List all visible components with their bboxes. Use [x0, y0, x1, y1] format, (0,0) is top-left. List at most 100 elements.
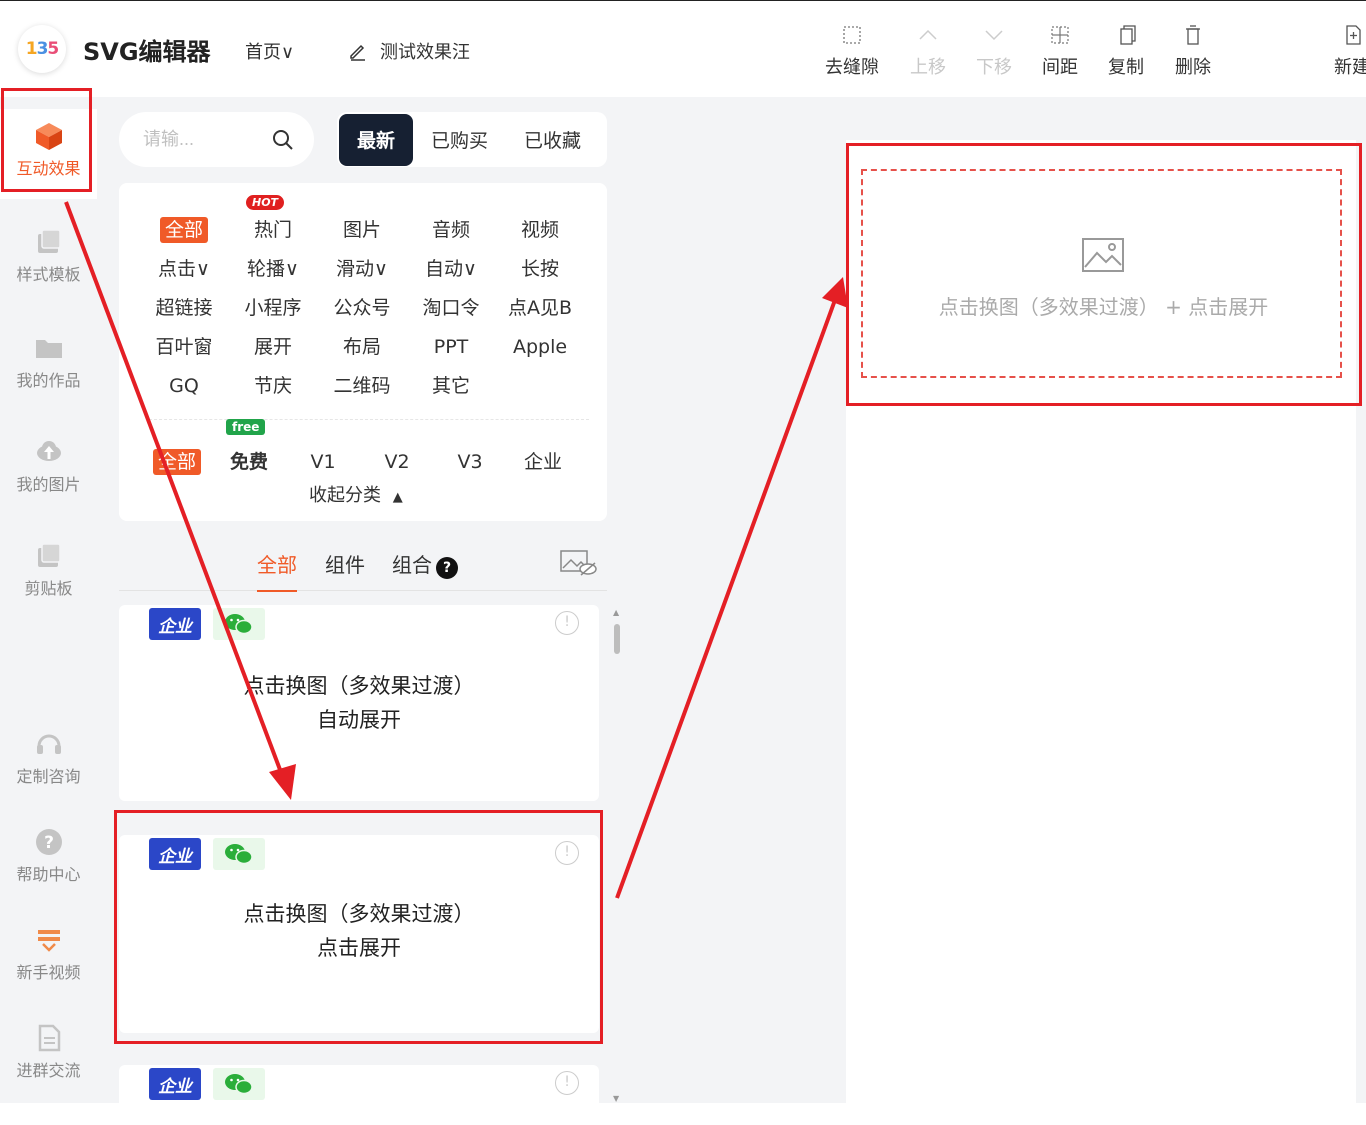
chevron-up-icon: [919, 29, 937, 40]
tier-all[interactable]: 全部: [137, 447, 217, 477]
help-icon: ?: [35, 829, 62, 855]
category-auto[interactable]: 自动∨: [411, 254, 491, 284]
info-icon[interactable]: !: [555, 1071, 579, 1095]
remove-gap-button[interactable]: 去缝隙: [820, 23, 884, 79]
tier-v1[interactable]: V1: [283, 447, 363, 477]
app-logo[interactable]: 135: [18, 25, 66, 73]
category-gq[interactable]: GQ: [144, 371, 224, 401]
scroll-up-arrow[interactable]: ▲: [613, 608, 619, 617]
category-video[interactable]: 视频: [500, 215, 580, 245]
rail-item-consulting[interactable]: 定制咨询: [0, 729, 97, 787]
tab-combinations-label: 组合: [392, 553, 432, 577]
tier-free[interactable]: 免费: [209, 447, 289, 477]
rail-item-tutorial-videos[interactable]: 新手视频: [0, 925, 97, 983]
category-mini-program[interactable]: 小程序: [233, 293, 313, 323]
highlight-box-canvas: [846, 143, 1362, 406]
tab-components[interactable]: 组件: [325, 549, 365, 578]
content-tabs: 全部 组件 组合?: [119, 541, 607, 592]
category-blinds[interactable]: 百叶窗: [144, 332, 224, 362]
category-image[interactable]: 图片: [322, 215, 402, 245]
clipboard-icon: [37, 543, 61, 567]
rail-item-style-templates[interactable]: 样式模板: [0, 227, 97, 285]
search-input[interactable]: [143, 129, 261, 150]
spacing-button[interactable]: 间距: [1028, 23, 1092, 79]
info-icon[interactable]: !: [555, 611, 579, 635]
rail-item-my-images[interactable]: 我的图片: [0, 437, 97, 495]
category-other[interactable]: 其它: [411, 371, 491, 401]
tab-all[interactable]: 全部: [257, 549, 297, 592]
svg-text:?: ?: [44, 833, 54, 853]
category-audio[interactable]: 音频: [411, 215, 491, 245]
rail-item-join-group[interactable]: 进群交流: [0, 1023, 97, 1081]
category-click[interactable]: 点击∨: [144, 254, 224, 284]
tier-v3[interactable]: V3: [430, 447, 510, 477]
question-icon[interactable]: ?: [436, 557, 458, 579]
category-layout[interactable]: 布局: [322, 332, 402, 362]
wechat-icon: [225, 1074, 253, 1095]
move-up-button[interactable]: 上移: [896, 23, 960, 79]
rail-label: 剪贴板: [24, 579, 73, 598]
move-down-button[interactable]: 下移: [962, 23, 1026, 79]
rail-item-my-works[interactable]: 我的作品: [0, 333, 97, 391]
category-carousel[interactable]: 轮播∨: [233, 254, 313, 284]
highlight-box-card: [114, 810, 603, 1044]
category-slide[interactable]: 滑动∨: [322, 254, 402, 284]
grid-icon: [843, 26, 861, 44]
rail-item-help-center[interactable]: ? 帮助中心: [0, 827, 97, 885]
new-button[interactable]: 新建: [1320, 23, 1366, 79]
category-qrcode[interactable]: 二维码: [322, 371, 402, 401]
delete-button[interactable]: 删除: [1161, 23, 1225, 79]
move-up-label: 上移: [910, 57, 946, 78]
delete-label: 删除: [1175, 57, 1211, 78]
scrollbar-thumb[interactable]: [614, 624, 620, 654]
category-all[interactable]: 全部: [144, 215, 224, 245]
document-icon: [38, 1024, 60, 1052]
template-card[interactable]: 企业 !: [119, 1065, 599, 1125]
category-long-press[interactable]: 长按: [500, 254, 580, 284]
category-hyperlink[interactable]: 超链接: [144, 293, 224, 323]
move-down-label: 下移: [976, 57, 1012, 78]
category-apple[interactable]: Apple: [500, 332, 580, 362]
rail-label: 帮助中心: [16, 865, 81, 884]
tier-v2[interactable]: V2: [357, 447, 437, 477]
scroll-down-arrow[interactable]: ▼: [613, 1094, 619, 1103]
category-festival[interactable]: 节庆: [233, 371, 313, 401]
category-taobao-code[interactable]: 淘口令: [411, 293, 491, 323]
tier-enterprise[interactable]: 企业: [503, 447, 583, 477]
free-badge: free: [226, 419, 266, 435]
new-label: 新建: [1334, 57, 1366, 78]
copy-label: 复制: [1108, 57, 1144, 78]
sort-segmented-control: 最新 已购买 已收藏: [337, 112, 607, 167]
rail-item-clipboard[interactable]: 剪贴板: [0, 541, 97, 599]
category-hot[interactable]: 热门: [233, 215, 313, 245]
segment-purchased[interactable]: 已购买: [413, 114, 506, 166]
category-expand[interactable]: 展开: [233, 332, 313, 362]
enterprise-tag: 企业: [149, 1068, 201, 1100]
wechat-tag: [213, 608, 265, 640]
template-card[interactable]: 企业 ! 点击换图（多效果过渡） 自动展开: [119, 605, 599, 801]
headset-icon: [36, 734, 61, 754]
category-ppt[interactable]: PPT: [411, 332, 491, 362]
category-a-reveals-b[interactable]: 点A见B: [500, 293, 580, 323]
search-icon[interactable]: [272, 129, 294, 151]
panel-scrollbar[interactable]: ▲ ▼: [612, 608, 622, 1103]
category-official-account[interactable]: 公众号: [322, 293, 402, 323]
home-menu[interactable]: 首页∨: [245, 38, 294, 64]
template-icon: [37, 229, 61, 253]
segment-favorited[interactable]: 已收藏: [506, 114, 599, 166]
document-title[interactable]: 测试效果汪: [348, 38, 470, 64]
copy-button[interactable]: 复制: [1094, 23, 1158, 79]
spacing-icon: [1051, 26, 1069, 44]
card-title-line2: 自动展开: [317, 708, 401, 732]
tab-combinations[interactable]: 组合?: [392, 549, 458, 579]
trash-icon: [1186, 25, 1200, 45]
collapse-categories-button[interactable]: 收起分类 ▲: [309, 481, 403, 507]
enterprise-tag: 企业: [149, 608, 201, 640]
category-divider: [149, 419, 589, 420]
highlight-box-rail: [1, 88, 92, 192]
search-box: [119, 112, 314, 167]
wechat-tag: [213, 1068, 265, 1100]
hide-image-icon[interactable]: [559, 549, 597, 577]
segment-latest[interactable]: 最新: [339, 113, 414, 166]
spacing-label: 间距: [1042, 57, 1078, 78]
